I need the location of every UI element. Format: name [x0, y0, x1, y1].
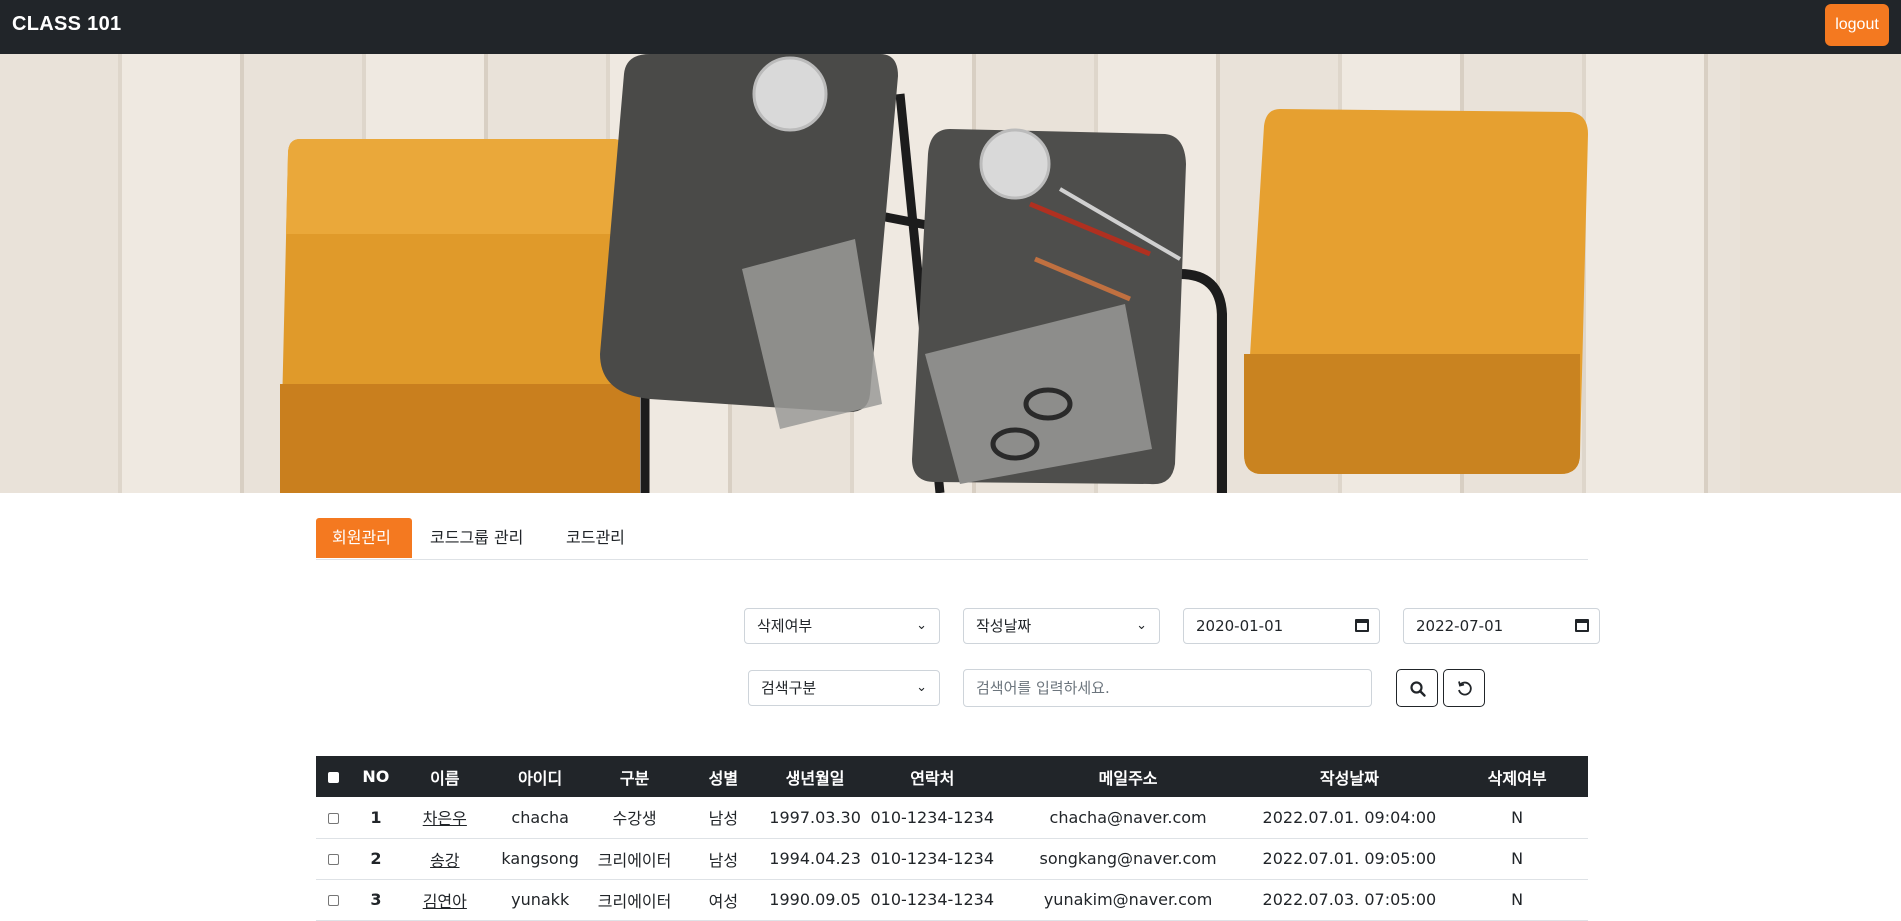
cell-type: 수강생	[612, 809, 657, 829]
cell-deleted: N	[1511, 890, 1524, 909]
cell-phone: 010-1234-1234	[870, 849, 995, 868]
chevron-down-icon: ⌄	[916, 680, 927, 695]
table-row[interactable]: 2 송강 kangsong 크리에이터 남성 1994.04.23 010-12…	[316, 838, 1588, 879]
tab-code-management[interactable]: 코드관리	[550, 518, 641, 558]
calendar-icon[interactable]	[1355, 619, 1369, 632]
start-date-value: 2020-01-01	[1196, 617, 1284, 635]
cell-gender: 남성	[708, 850, 739, 870]
search-type-select[interactable]: 검색구분 ⌄	[748, 670, 940, 706]
search-input[interactable]: 검색어를 입력하세요.	[963, 669, 1372, 707]
cell-email: chacha@naver.com	[1049, 807, 1207, 827]
date-type-select-value: 작성날짜	[976, 617, 1032, 635]
tab-member-management[interactable]: 회원관리	[316, 518, 412, 558]
cell-birth: 1997.03.30	[769, 807, 861, 827]
member-name-link[interactable]: 송강	[430, 851, 459, 870]
cell-deleted: N	[1511, 849, 1524, 868]
cell-id: chacha	[511, 807, 569, 827]
cell-phone: 010-1234-1234	[870, 890, 995, 909]
delete-status-select[interactable]: 삭제여부 ⌄	[744, 608, 940, 644]
table-row[interactable]: 1 차은우 chacha 수강생 남성 1997.03.30 010-1234-…	[316, 797, 1588, 838]
cell-no: 1	[370, 807, 382, 827]
row-checkbox[interactable]	[327, 895, 339, 906]
column-header-gender[interactable]: 성별	[677, 756, 769, 797]
column-header-phone[interactable]: 연락처	[861, 756, 1004, 797]
cell-no: 3	[370, 890, 382, 909]
cell-gender: 여성	[708, 891, 739, 911]
cell-phone: 010-1234-1234	[870, 807, 995, 827]
member-table: NO 이름 아이디 구분 성별 생년월일 연락처 메일주소 작성날짜 삭제여부 …	[316, 756, 1588, 921]
search-type-select-value: 검색구분	[761, 679, 817, 697]
hero-banner-image	[0, 54, 1901, 493]
column-header-email[interactable]: 메일주소	[1004, 756, 1253, 797]
search-icon	[1410, 681, 1426, 697]
row-select-cell	[316, 879, 351, 920]
admin-tabs: 회원관리 코드그룹 관리 코드관리	[316, 518, 1588, 560]
cell-deleted: N	[1511, 807, 1524, 827]
cell-name: 김연아	[401, 879, 489, 920]
column-header-birth[interactable]: 생년월일	[769, 756, 861, 797]
desk-photo-illustration	[280, 54, 1901, 493]
row-checkbox[interactable]	[327, 854, 339, 865]
calendar-icon[interactable]	[1575, 619, 1589, 632]
cell-created: 2022.07.03. 07:05:00	[1262, 890, 1437, 909]
top-navbar: CLASS 101 logout	[0, 0, 1901, 54]
cell-no: 2	[370, 849, 382, 868]
cell-id: yunakk	[511, 890, 570, 909]
cell-email: songkang@naver.com	[1039, 849, 1217, 868]
cell-id: kangsong	[501, 849, 579, 868]
table-row[interactable]: 3 김연아 yunakk 크리에이터 여성 1990.09.05 010-123…	[316, 879, 1588, 920]
cell-name: 송강	[401, 838, 489, 879]
cell-gender: 남성	[708, 809, 739, 829]
cell-created: 2022.07.01. 09:04:00	[1262, 807, 1437, 827]
column-header-no[interactable]: NO	[351, 756, 401, 797]
end-date-input[interactable]: 2022-07-01	[1403, 608, 1600, 644]
cell-created: 2022.07.01. 09:05:00	[1262, 849, 1437, 868]
brand-logo[interactable]: CLASS 101	[12, 13, 121, 36]
cell-birth: 1990.09.05	[769, 890, 861, 909]
search-button[interactable]	[1396, 669, 1438, 707]
date-type-select[interactable]: 작성날짜 ⌄	[963, 608, 1160, 644]
member-name-link[interactable]: 김연아	[423, 892, 467, 911]
column-header-type[interactable]: 구분	[592, 756, 678, 797]
logout-button[interactable]: logout	[1825, 4, 1889, 46]
chevron-down-icon: ⌄	[1136, 618, 1147, 633]
row-checkbox[interactable]	[327, 812, 339, 824]
row-select-cell	[316, 797, 351, 838]
cell-name: 차은우	[401, 797, 489, 838]
end-date-value: 2022-07-01	[1416, 617, 1504, 635]
cell-type: 크리에이터	[597, 891, 672, 911]
cell-email: yunakim@naver.com	[1043, 890, 1213, 909]
start-date-input[interactable]: 2020-01-01	[1183, 608, 1380, 644]
select-all-checkbox[interactable]	[327, 772, 339, 783]
column-header-created[interactable]: 작성날짜	[1252, 756, 1446, 797]
column-header-deleted[interactable]: 삭제여부	[1446, 756, 1588, 797]
reset-icon	[1458, 681, 1472, 696]
select-all-cell	[316, 756, 351, 797]
tab-code-group-management[interactable]: 코드그룹 관리	[414, 518, 539, 558]
cell-birth: 1994.04.23	[769, 849, 861, 868]
reset-button[interactable]	[1443, 669, 1485, 707]
chevron-down-icon: ⌄	[916, 618, 927, 633]
table-header-row: NO 이름 아이디 구분 성별 생년월일 연락처 메일주소 작성날짜 삭제여부	[316, 756, 1588, 797]
row-select-cell	[316, 838, 351, 879]
member-name-link[interactable]: 차은우	[423, 809, 467, 828]
cell-type: 크리에이터	[597, 850, 672, 870]
delete-status-select-value: 삭제여부	[757, 617, 813, 635]
column-header-name[interactable]: 이름	[401, 756, 489, 797]
column-header-id[interactable]: 아이디	[489, 756, 592, 797]
